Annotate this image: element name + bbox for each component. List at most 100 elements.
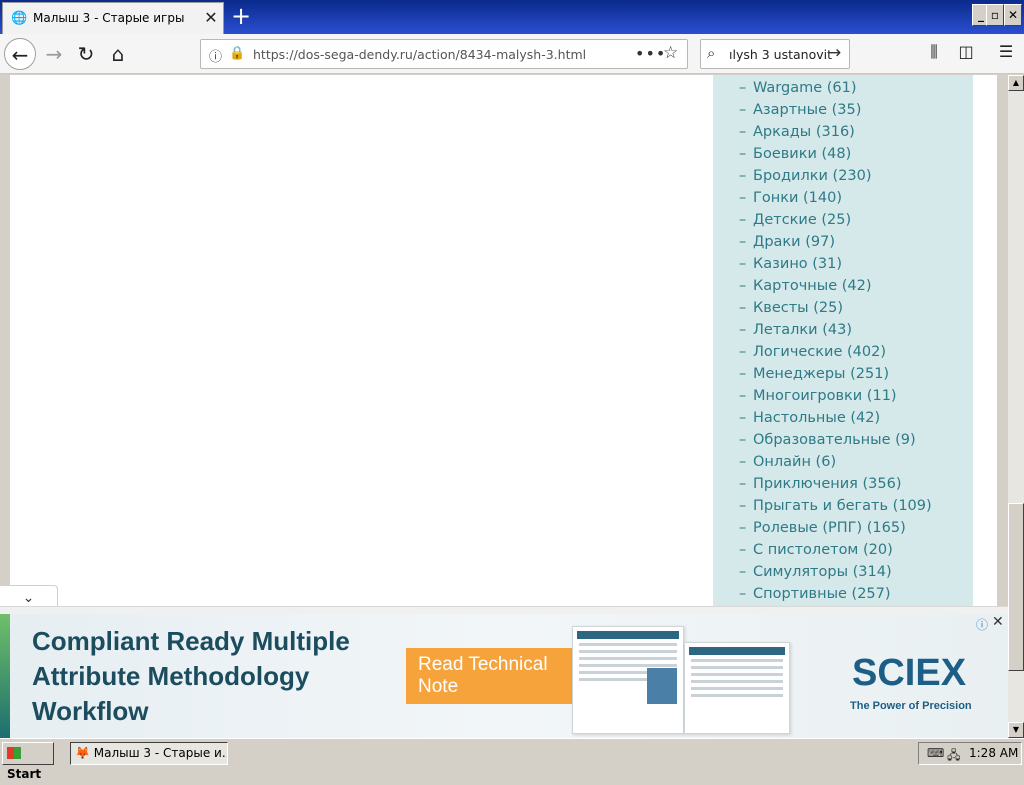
category-link[interactable]: Казино (31)	[753, 256, 842, 272]
search-input[interactable]: ılysh 3 ustanovit	[729, 47, 832, 62]
category-item[interactable]: – Казино (31)	[739, 253, 932, 275]
dash-bullet-icon: –	[739, 586, 747, 602]
category-item[interactable]: – Настольные (42)	[739, 407, 932, 429]
start-label: Start	[7, 767, 42, 781]
category-link[interactable]: Боевики (48)	[753, 146, 851, 162]
lock-warning-icon[interactable]: 🔒	[229, 46, 245, 61]
adchoices-icon[interactable]: ⓘ	[976, 616, 988, 633]
category-link[interactable]: Прыгать и бегать (109)	[753, 498, 932, 514]
category-link[interactable]: Симуляторы (314)	[753, 564, 892, 580]
bookmark-star-icon[interactable]: ☆	[663, 43, 678, 63]
category-item[interactable]: – Логические (402)	[739, 341, 932, 363]
dash-bullet-icon: –	[739, 344, 747, 360]
category-item[interactable]: – Спортивные (257)	[739, 583, 932, 605]
category-link[interactable]: Детские (25)	[753, 212, 851, 228]
category-item[interactable]: – Азартные (35)	[739, 99, 932, 121]
page-actions-icon[interactable]: •••	[635, 44, 666, 63]
category-link[interactable]: Аркады (316)	[753, 124, 855, 140]
category-link[interactable]: Ролевые (РПГ) (165)	[753, 520, 906, 536]
category-link[interactable]: Менеджеры (251)	[753, 366, 889, 382]
category-item[interactable]: – Гонки (140)	[739, 187, 932, 209]
category-link[interactable]: Драки (97)	[753, 234, 835, 250]
category-link[interactable]: Настольные (42)	[753, 410, 880, 426]
keyboard-icon[interactable]: ⌨	[927, 746, 944, 760]
category-link[interactable]: Бродилки (230)	[753, 168, 872, 184]
info-icon[interactable]: ⓘ	[209, 46, 222, 65]
reload-button[interactable]: ↻	[70, 38, 102, 70]
category-item[interactable]: – Многоигровки (11)	[739, 385, 932, 407]
ad-headline[interactable]: Compliant Ready Multiple Attribute Metho…	[32, 624, 402, 729]
category-link[interactable]: Многоигровки (11)	[753, 388, 897, 404]
vertical-scrollbar[interactable]: ▲ ▼	[1008, 75, 1024, 738]
category-link[interactable]: Гонки (140)	[753, 190, 842, 206]
network-icon[interactable]: 🖧	[947, 746, 960, 767]
taskbar-window-button[interactable]: 🦊 Малыш 3 - Старые и...	[70, 742, 228, 765]
category-item[interactable]: – Менеджеры (251)	[739, 363, 932, 385]
category-item[interactable]: – Образовательные (9)	[739, 429, 932, 451]
category-link[interactable]: Азартные (35)	[753, 102, 861, 118]
category-item[interactable]: – Квесты (25)	[739, 297, 932, 319]
category-item[interactable]: – Драки (97)	[739, 231, 932, 253]
ad-banner[interactable]: Compliant Ready Multiple Attribute Metho…	[0, 614, 1008, 738]
category-link[interactable]: Спортивные (257)	[753, 586, 891, 602]
category-link[interactable]: Приключения (356)	[753, 476, 901, 492]
scroll-up-button[interactable]: ▲	[1008, 75, 1024, 91]
home-button[interactable]: ⌂	[102, 38, 134, 70]
globe-icon: 🌐	[11, 11, 28, 26]
navigation-bar: ← → ↻ ⌂ ⓘ 🔒 https://dos-sega-dendy.ru/ac…	[0, 34, 1024, 74]
browser-tab[interactable]: 🌐 Малыш 3 - Старые игры ✕	[2, 2, 224, 34]
ad-brand-logo[interactable]: SCIEX	[852, 652, 966, 695]
menu-icon[interactable]: ☰	[994, 42, 1018, 61]
category-item[interactable]: – Детские (25)	[739, 209, 932, 231]
dash-bullet-icon: –	[739, 300, 747, 316]
category-link[interactable]: Образовательные (9)	[753, 432, 916, 448]
category-item[interactable]: – Боевики (48)	[739, 143, 932, 165]
category-item[interactable]: – Ролевые (РПГ) (165)	[739, 517, 932, 539]
home-icon: ⌂	[111, 42, 125, 66]
category-link[interactable]: Карточные (42)	[753, 278, 872, 294]
dash-bullet-icon: –	[739, 322, 747, 338]
sidebar-toggle-icon[interactable]: ◫	[954, 42, 978, 61]
tab-bar: 🌐 Малыш 3 - Старые игры ✕ + _ ▫ ✕	[0, 0, 1024, 34]
category-item[interactable]: – Онлайн (6)	[739, 451, 932, 473]
category-item[interactable]: – Карточные (42)	[739, 275, 932, 297]
scroll-down-button[interactable]: ▼	[1008, 722, 1024, 738]
ad-top-strip	[0, 606, 1008, 614]
scroll-thumb[interactable]	[1008, 503, 1024, 671]
ad-cta-button[interactable]: Read Technical Note	[406, 648, 572, 704]
tab-close-icon[interactable]: ✕	[201, 8, 221, 28]
dash-bullet-icon: –	[739, 124, 747, 140]
search-go-icon[interactable]: →	[827, 43, 841, 63]
search-bar[interactable]: ⌕ ılysh 3 ustanovit →	[700, 39, 850, 69]
back-button[interactable]: ←	[4, 38, 36, 70]
category-item[interactable]: – Wargame (61)	[739, 77, 932, 99]
start-button[interactable]: Start	[2, 742, 54, 781]
forward-button[interactable]: →	[38, 38, 70, 70]
category-item[interactable]: – Аркады (316)	[739, 121, 932, 143]
close-window-button[interactable]: ✕	[1004, 4, 1022, 26]
dash-bullet-icon: –	[739, 234, 747, 250]
library-icon[interactable]: ⫼	[922, 42, 946, 62]
category-link[interactable]: Онлайн (6)	[753, 454, 836, 470]
tab-title: Малыш 3 - Старые игры	[33, 11, 185, 25]
url-bar[interactable]: ⓘ 🔒 https://dos-sega-dendy.ru/action/843…	[200, 39, 688, 69]
category-item[interactable]: – Приключения (356)	[739, 473, 932, 495]
category-link[interactable]: Леталки (43)	[753, 322, 852, 338]
category-link[interactable]: Логические (402)	[753, 344, 886, 360]
category-item[interactable]: – Прыгать и бегать (109)	[739, 495, 932, 517]
category-link[interactable]: Квесты (25)	[753, 300, 843, 316]
category-item[interactable]: – Леталки (43)	[739, 319, 932, 341]
category-link[interactable]: С пистолетом (20)	[753, 542, 893, 558]
category-item[interactable]: – Бродилки (230)	[739, 165, 932, 187]
ad-close-icon[interactable]: ✕	[992, 614, 1004, 630]
clock[interactable]: 1:28 AM	[969, 746, 1018, 760]
category-link[interactable]: Wargame (61)	[753, 80, 857, 96]
new-tab-button[interactable]: +	[228, 4, 254, 30]
ad-document-page	[572, 626, 684, 734]
dash-bullet-icon: –	[739, 564, 747, 580]
url-text[interactable]: https://dos-sega-dendy.ru/action/8434-ma…	[253, 47, 586, 62]
category-item[interactable]: – С пистолетом (20)	[739, 539, 932, 561]
maximize-button[interactable]: ▫	[986, 4, 1004, 26]
category-item[interactable]: – Симуляторы (314)	[739, 561, 932, 583]
ad-document-page	[684, 642, 790, 734]
